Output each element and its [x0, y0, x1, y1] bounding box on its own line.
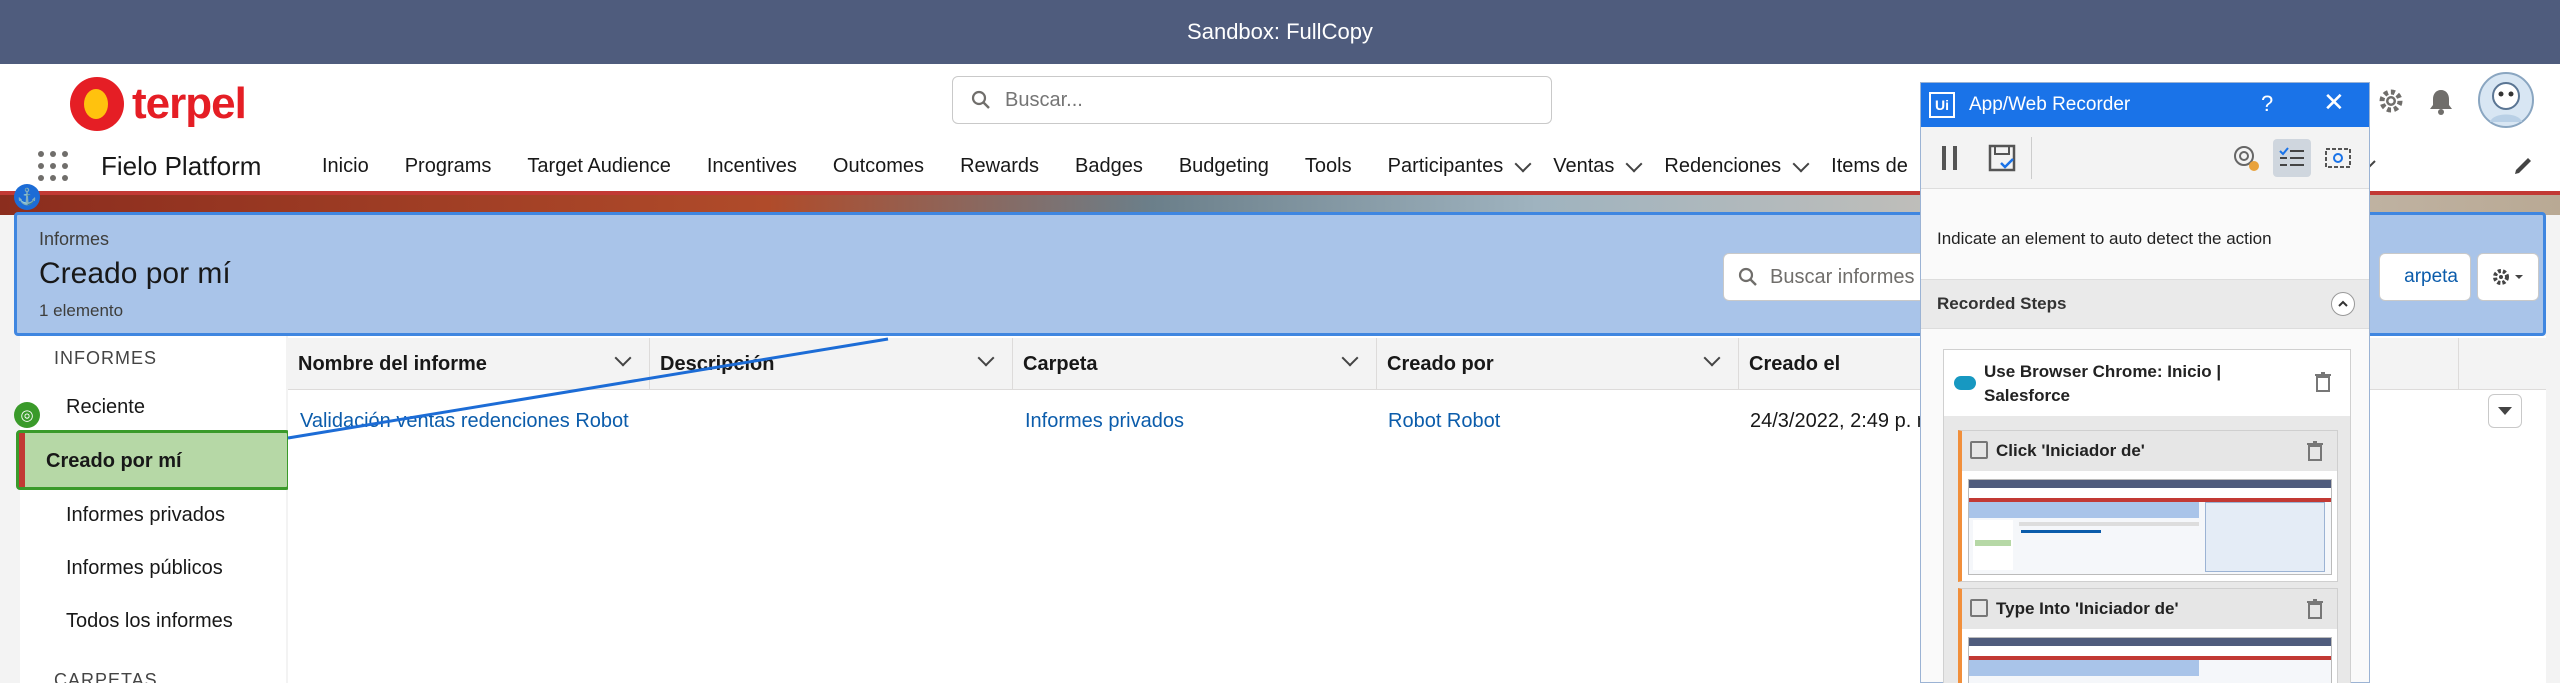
save-button[interactable] — [1983, 139, 2021, 177]
list-check-icon — [2279, 147, 2304, 166]
step-screenshot-thumbnail — [1968, 637, 2332, 683]
recorder-title-bar[interactable]: Ui App/Web Recorder ? ✕ — [1921, 83, 2369, 127]
recorder-hint: Indicate an element to auto detect the a… — [1937, 229, 2272, 248]
recorded-step-click[interactable]: Click 'Iniciador de' — [1958, 430, 2338, 582]
recorded-step-type-into[interactable]: Type Into 'Iniciador de' — [1958, 588, 2338, 683]
recorded-step-container[interactable]: Use Browser Chrome: Inicio | Salesforce … — [1943, 349, 2351, 683]
screenshot-button[interactable] — [2319, 139, 2357, 177]
collapse-button[interactable] — [2331, 292, 2355, 316]
pause-button[interactable] — [1931, 139, 1969, 177]
toolbar-divider — [2031, 137, 2032, 179]
click-icon — [1970, 441, 1988, 459]
close-button[interactable]: ✕ — [2323, 87, 2345, 118]
save-icon — [1988, 144, 2016, 172]
step-label: Type Into 'Iniciador de' — [1996, 599, 2179, 618]
screenshot-icon — [2325, 148, 2351, 168]
recorder-title: App/Web Recorder — [1969, 94, 2131, 115]
uipath-logo-icon: Ui — [1929, 92, 1955, 118]
app-web-recorder-panel: Ui App/Web Recorder ? ✕ Indicate an elem… — [1920, 82, 2370, 683]
help-button[interactable]: ? — [2261, 91, 2273, 117]
trash-icon[interactable] — [2306, 599, 2324, 619]
pause-icon — [1942, 146, 1957, 170]
step-header: Click 'Iniciador de' — [1962, 431, 2337, 471]
step-container-label: Use Browser Chrome: Inicio | Salesforce — [1984, 362, 2222, 405]
salesforce-cloud-icon — [1954, 376, 1976, 390]
recorder-toolbar — [1921, 127, 2369, 189]
recorded-steps-button[interactable] — [2273, 139, 2311, 177]
chevron-up-icon — [2338, 300, 2348, 307]
step-label: Click 'Iniciador de' — [1996, 441, 2145, 460]
step-screenshot-thumbnail — [1968, 479, 2332, 575]
recorded-steps-label: Recorded Steps — [1937, 294, 2067, 313]
step-header: Type Into 'Iniciador de' — [1962, 589, 2337, 629]
type-into-icon — [1970, 599, 1988, 617]
step-container-header: Use Browser Chrome: Inicio | Salesforce — [1944, 350, 2350, 416]
trash-icon[interactable] — [2306, 441, 2324, 461]
trash-icon[interactable] — [2314, 372, 2332, 392]
recorded-steps-header[interactable]: Recorded Steps — [1921, 279, 2369, 329]
target-detect-button[interactable] — [2227, 139, 2265, 177]
target-detect-icon — [2234, 146, 2259, 171]
